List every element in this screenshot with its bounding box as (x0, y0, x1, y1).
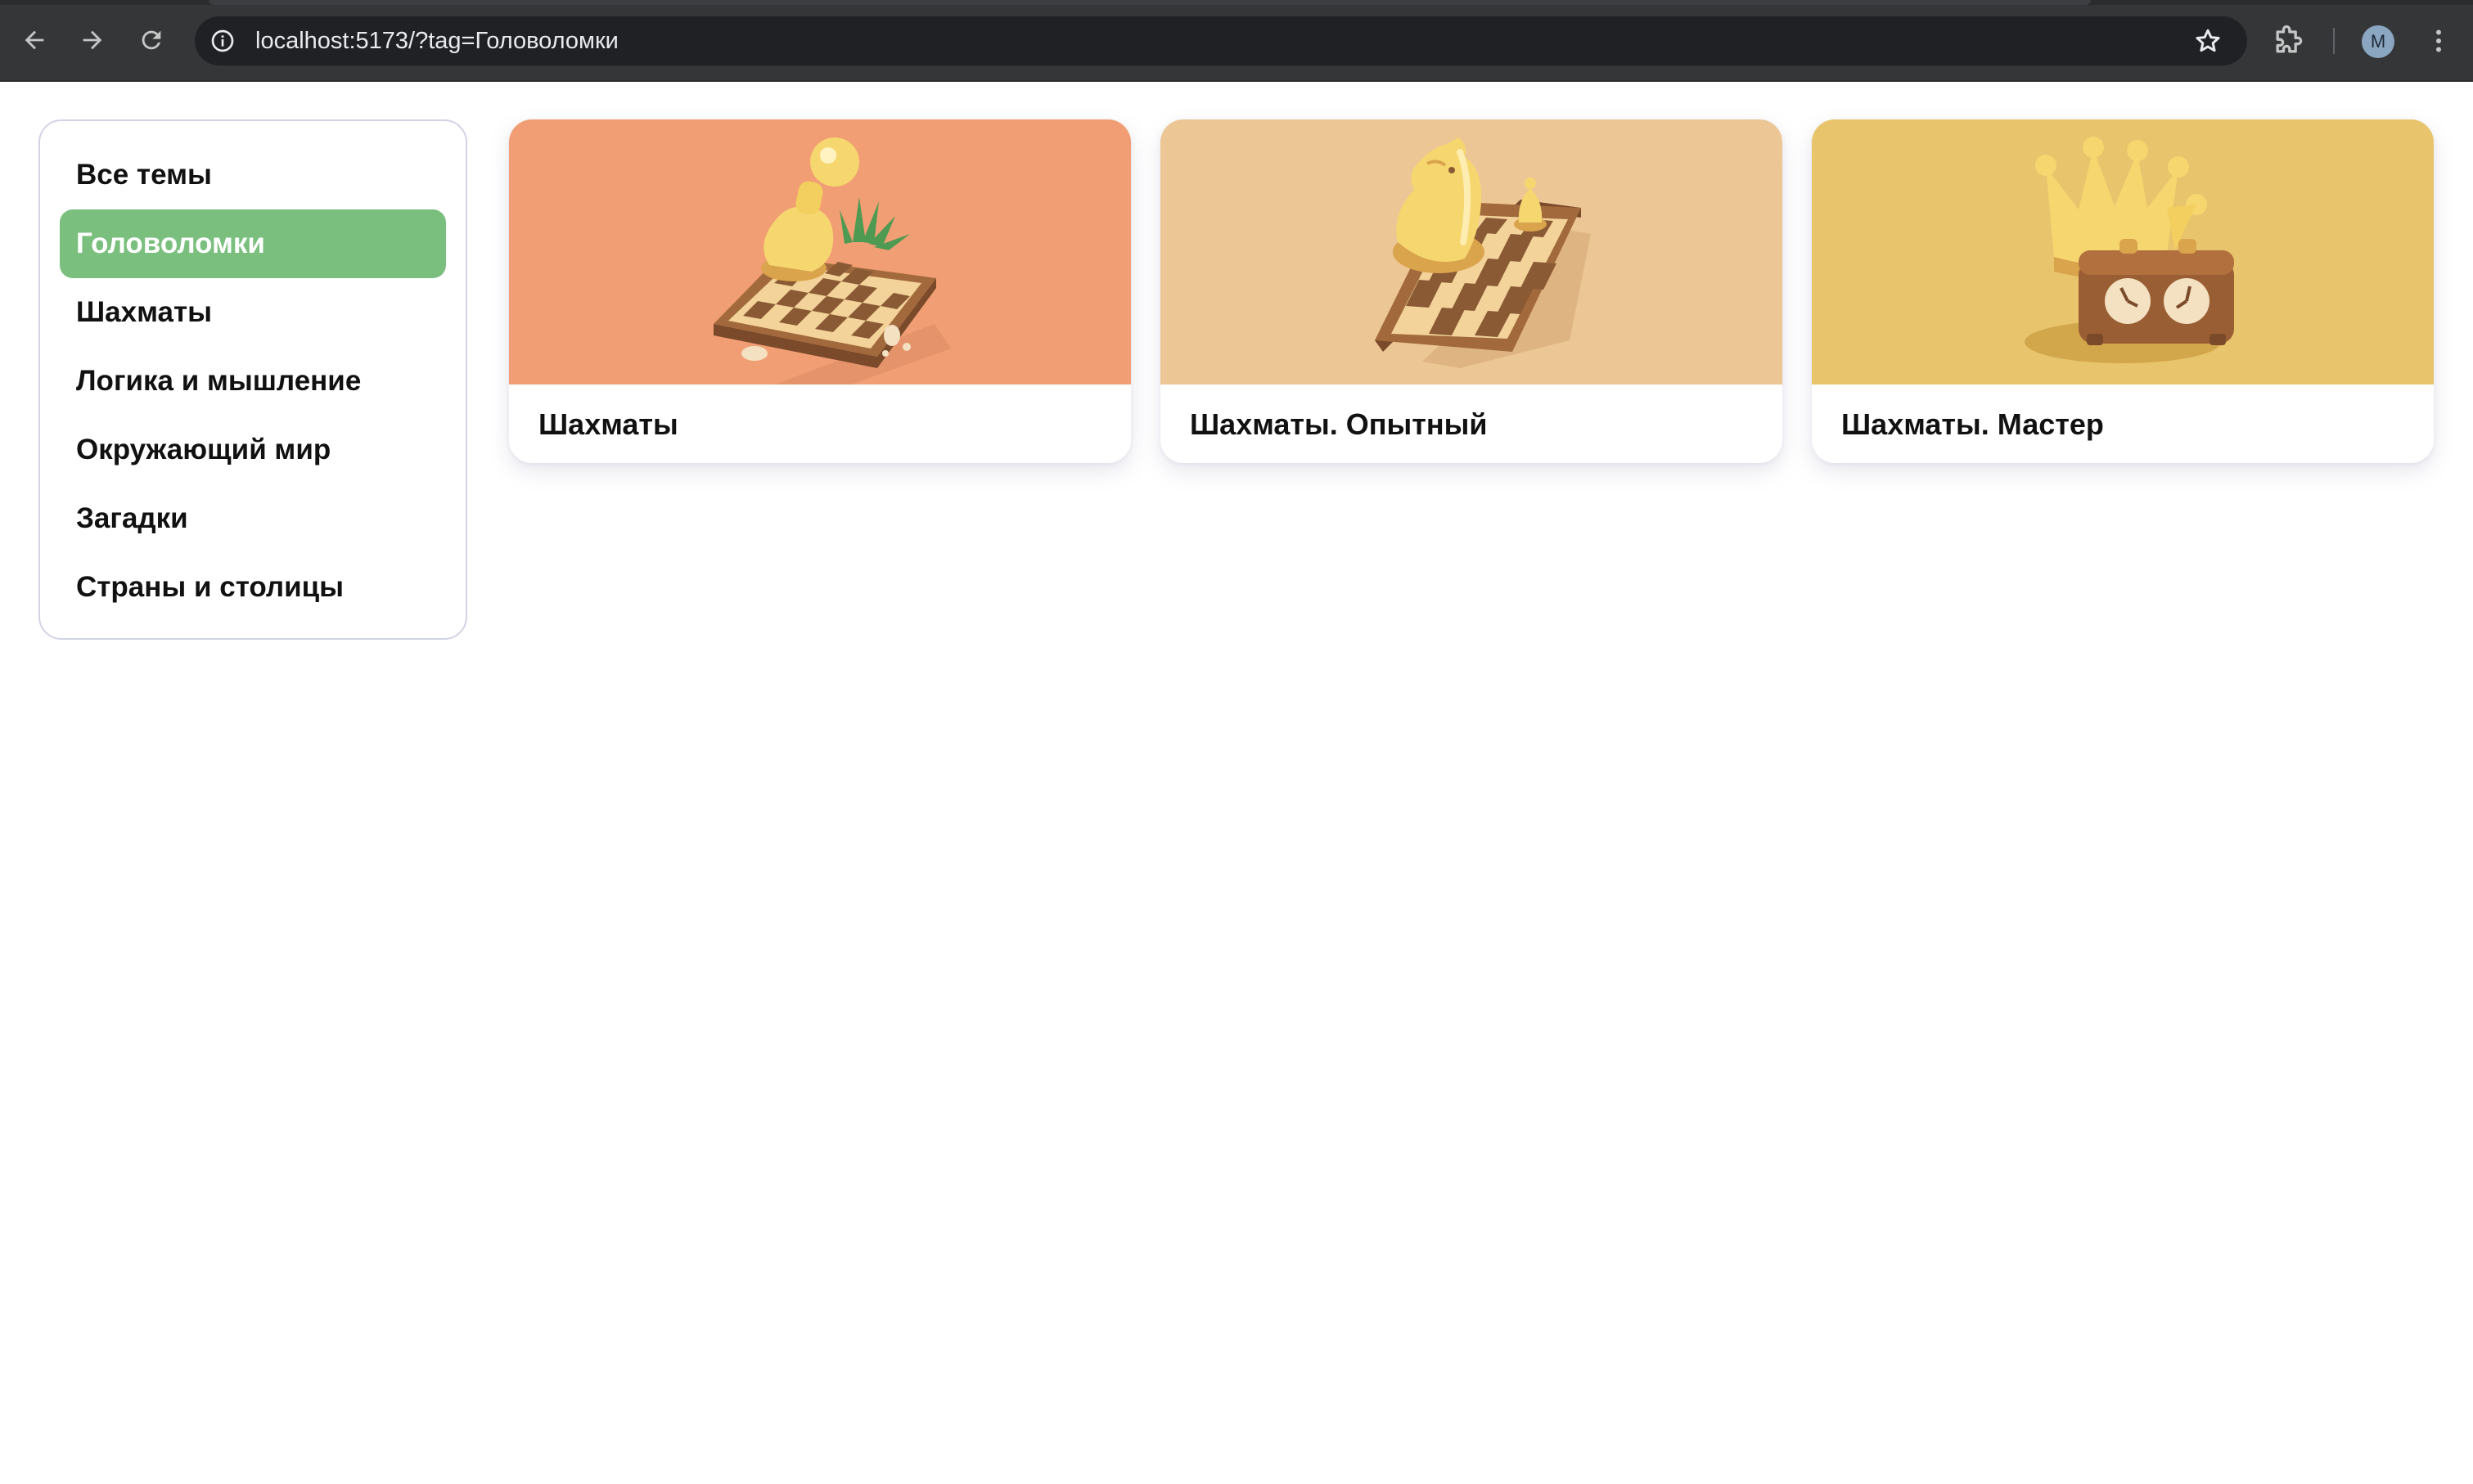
crown-clock-illustration (1812, 119, 2434, 384)
info-icon[interactable] (209, 28, 236, 54)
kebab-menu-icon[interactable] (2424, 23, 2453, 59)
knight-chessboard-illustration (1160, 119, 1782, 384)
sidebar-item-label: Окружающий мир (76, 434, 331, 465)
back-button[interactable] (14, 20, 55, 61)
toolbar-divider (2333, 28, 2335, 54)
reload-icon (142, 30, 161, 50)
sidebar-item-puzzles[interactable]: Головоломки (60, 209, 446, 278)
card-title: Шахматы. Опытный (1190, 407, 1488, 441)
reload-button[interactable] (131, 20, 172, 61)
arrow-right-icon (83, 30, 102, 50)
sidebar-item-label: Головоломки (76, 227, 265, 259)
active-tab[interactable] (209, 0, 2091, 5)
puzzle-icon[interactable] (2270, 23, 2306, 59)
card-illustration (509, 119, 1131, 384)
sidebar-item-label: Логика и мышление (76, 365, 362, 397)
address-bar[interactable]: localhost:5173/?tag=Головоломки (195, 16, 2247, 65)
sidebar-item-countries[interactable]: Страны и столицы (60, 553, 446, 622)
sidebar-item-label: Загадки (76, 502, 188, 534)
forward-button[interactable] (72, 20, 113, 61)
topic-card-chess-advanced[interactable]: Шахматы. Опытный (1160, 119, 1782, 463)
url-text[interactable]: localhost:5173/?tag=Головоломки (255, 26, 619, 56)
sidebar-item-all-topics[interactable]: Все темы (60, 141, 446, 209)
tab-strip (0, 0, 2473, 5)
card-title: Шахматы. Мастер (1841, 407, 2104, 441)
browser-toolbar: localhost:5173/?tag=Головоломки M (0, 0, 2473, 82)
topic-card-chess-master[interactable]: Шахматы. Мастер (1812, 119, 2434, 463)
profile-avatar[interactable]: M (2362, 25, 2394, 58)
arrow-left-icon (25, 30, 44, 50)
topic-card-chess[interactable]: Шахматы (509, 119, 1131, 463)
star-icon[interactable] (2193, 26, 2223, 56)
card-title: Шахматы (538, 407, 678, 441)
pawn-chessboard-illustration (509, 119, 1131, 384)
topics-sidebar: Все темы Головоломки Шахматы Логика и мы… (38, 119, 467, 640)
card-illustration (1812, 119, 2434, 384)
sidebar-item-riddles[interactable]: Загадки (60, 484, 446, 553)
sidebar-item-world[interactable]: Окружающий мир (60, 416, 446, 484)
sidebar-item-label: Страны и столицы (76, 571, 345, 603)
card-illustration (1160, 119, 1782, 384)
sidebar-item-label: Шахматы (76, 296, 213, 328)
sidebar-item-chess[interactable]: Шахматы (60, 278, 446, 347)
sidebar-item-label: Все темы (76, 159, 212, 191)
sidebar-item-logic[interactable]: Логика и мышление (60, 347, 446, 416)
